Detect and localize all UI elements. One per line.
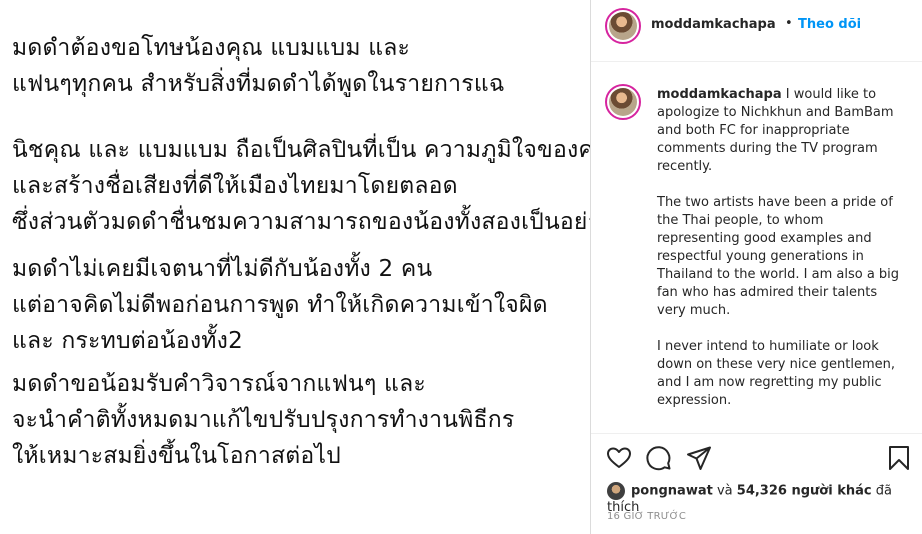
image-text-line: มดดำไม่เคยมีเจตนาที่ไม่ดีกับน้องทั้ง 2 ค…: [12, 256, 433, 282]
image-text-line: ซึ่งส่วนตัวมดดำชื่นชมความสามารถของน้องทั…: [12, 209, 638, 235]
liker-username[interactable]: pongnawat: [631, 484, 713, 499]
image-text-line: มดดำต้องขอโทษน้องคุณ แบมแบม และ: [12, 35, 411, 61]
heart-icon[interactable]: [605, 444, 633, 472]
post-image[interactable]: มดดำต้องขอโทษน้องคุณ แบมแบม และ แฟนๆทุกค…: [0, 0, 651, 534]
liker-avatar[interactable]: [607, 482, 625, 500]
caption-username[interactable]: moddamkachapa: [657, 87, 782, 102]
image-text-line: และ กระทบต่อน้องทั้ง2: [12, 328, 243, 354]
caption-text: moddamkachapa I would like to apologize …: [657, 86, 905, 428]
image-text-line: มดดำขอน้อมรับคำวิจารณ์จากแฟนๆ และ: [12, 371, 426, 397]
bookmark-icon[interactable]: [885, 444, 913, 472]
image-paragraph-4: มดดำขอน้อมรับคำวิจารณ์จากแฟนๆ และ จะนำคำ…: [12, 366, 514, 474]
share-icon[interactable]: [685, 444, 713, 472]
comment-icon[interactable]: [645, 444, 673, 472]
image-paragraph-1: มดดำต้องขอโทษน้องคุณ แบมแบม และ แฟนๆทุกค…: [12, 30, 505, 102]
image-text-line: ให้เหมาะสมยิ่งขึ้นในโอกาสต่อไป: [12, 443, 341, 469]
caption-area: moddamkachapa I would like to apologize …: [591, 62, 922, 434]
caption-paragraph-3: I never intend to humiliate or look down…: [657, 339, 895, 408]
likes-line: pongnawat và 54,326 người khác đã thích: [607, 482, 922, 515]
separator-dot: •: [785, 16, 793, 31]
likes-connector: và: [716, 483, 733, 499]
likes-count[interactable]: 54,326 người khác: [737, 484, 872, 499]
image-paragraph-2: นิชคุณ และ แบมแบม ถือเป็นศิลปินที่เป็น ค…: [12, 132, 651, 240]
caption-paragraph-2: The two artists have been a pride of the…: [657, 195, 900, 318]
image-text-line: แฟนๆทุกคน สำหรับสิ่งที่มดดำได้พูดในรายกา…: [12, 71, 505, 97]
caption-avatar[interactable]: [605, 84, 641, 120]
image-text-line: แต่อาจคิดไม่ดีพอก่อนการพูด ทำให้เกิดความ…: [12, 292, 548, 318]
header-username[interactable]: moddamkachapa: [651, 17, 776, 32]
image-text-line: จะนำคำติทั้งหมดมาแก้ไขปรับปรุงการทำงานพิ…: [12, 407, 515, 433]
action-bar: [591, 440, 922, 476]
image-paragraph-3: มดดำไม่เคยมีเจตนาที่ไม่ดีกับน้องทั้ง 2 ค…: [12, 251, 548, 359]
post-header: moddamkachapa • Theo dõi: [591, 0, 922, 62]
image-text-line: นิชคุณ และ แบมแบม ถือเป็นศิลปินที่เป็น ค…: [12, 137, 651, 163]
header-avatar[interactable]: [605, 8, 641, 44]
image-text-line: และสร้างชื่อเสียงที่ดีให้เมืองไทยมาโดยตล…: [12, 173, 458, 199]
post-timestamp[interactable]: 16 GIỜ TRƯỚC: [607, 511, 686, 522]
follow-button[interactable]: Theo dõi: [798, 17, 861, 32]
post-side-panel: moddamkachapa • Theo dõi moddamkachapa I…: [590, 0, 922, 534]
